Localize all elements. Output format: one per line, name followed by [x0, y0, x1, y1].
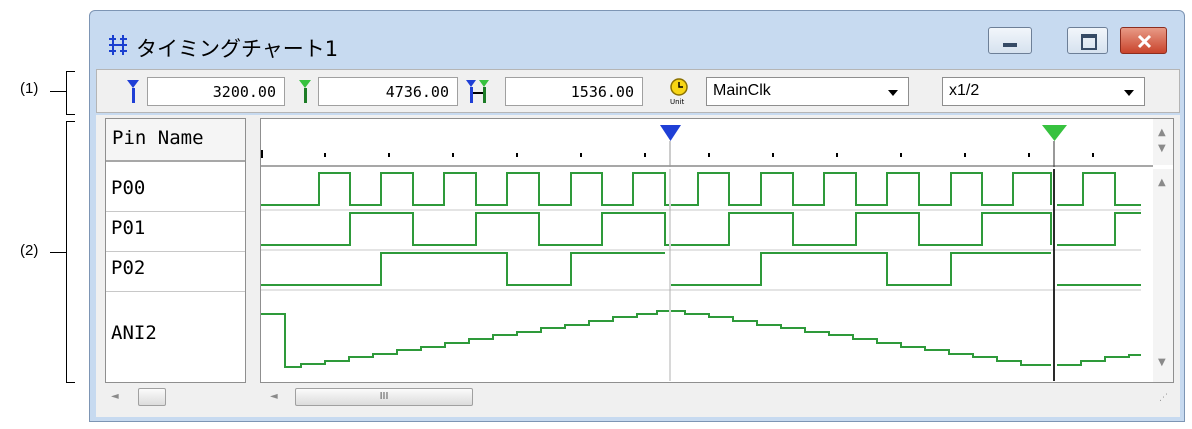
- resize-grip-icon[interactable]: ⋰: [1159, 393, 1168, 403]
- maximize-icon: [1081, 34, 1097, 50]
- annotation-label-1: (1): [20, 80, 39, 97]
- ruler-scrollbar[interactable]: ▲ ▼: [1153, 119, 1173, 165]
- scroll-thumb[interactable]: III: [295, 388, 473, 406]
- marker1-position: 3200.00: [147, 77, 285, 106]
- annotation-label-2: (2): [20, 242, 39, 259]
- timing-chart-window: タイミングチャート1 3200.00 4736.00 1536.00 Unit …: [89, 10, 1185, 422]
- minimize-button[interactable]: [988, 27, 1032, 54]
- waveform-p02: [261, 252, 1141, 286]
- chevron-down-icon: [888, 90, 898, 96]
- clock-source-value: MainClk: [713, 82, 771, 99]
- pin-horizontal-scrollbar[interactable]: ◄: [105, 385, 246, 409]
- scroll-thumb[interactable]: [138, 388, 166, 406]
- scroll-down-icon[interactable]: ▼: [1158, 143, 1166, 154]
- title-bar[interactable]: タイミングチャート1: [90, 11, 1184, 67]
- green-marker-icon: [299, 80, 311, 103]
- timeline-ruler[interactable]: [261, 119, 1153, 167]
- window-title: タイミングチャート1: [136, 37, 339, 61]
- pin-row[interactable]: P02: [106, 252, 245, 292]
- marker-difference-icon: [466, 80, 489, 103]
- scale-select[interactable]: x1/2: [942, 77, 1145, 106]
- scroll-left-icon[interactable]: ◄: [270, 391, 278, 402]
- marker2-position: 4736.00: [318, 77, 458, 106]
- vertical-scrollbar[interactable]: ▲ ▼: [1153, 169, 1173, 382]
- scroll-left-icon[interactable]: ◄: [111, 391, 119, 402]
- pin-row[interactable]: ANI2: [106, 292, 245, 382]
- scale-value: x1/2: [949, 82, 980, 99]
- annotation-bracket-2: [66, 121, 75, 383]
- scroll-up-icon[interactable]: ▲: [1158, 127, 1166, 138]
- chart-area: Pin Name P00 P01 P02 ANI2 ▲ ▼ ▲ ▼ ◄ ◄ II…: [96, 115, 1180, 417]
- minimize-icon: [1003, 43, 1017, 47]
- annotation-tick-1: [50, 91, 66, 92]
- unit-clock-icon: Unit: [670, 78, 688, 105]
- marker1-handle[interactable]: [660, 125, 681, 141]
- clock-source-select[interactable]: MainClk: [706, 77, 909, 106]
- pin-name-panel: Pin Name P00 P01 P02 ANI2: [105, 118, 246, 383]
- waveform-p01: [261, 212, 1141, 246]
- marker-difference-value: 1536.00: [505, 77, 643, 106]
- blue-marker-icon: [127, 80, 139, 103]
- waveform-area[interactable]: [261, 169, 1153, 381]
- waveform-panel[interactable]: ▲ ▼ ▲ ▼: [260, 118, 1174, 383]
- waveform-p00: [261, 172, 1141, 206]
- maximize-button[interactable]: [1067, 27, 1108, 54]
- marker2-handle[interactable]: [1042, 125, 1067, 141]
- annotation-bracket-1: [66, 71, 75, 115]
- waveform-ani2: [261, 310, 1141, 368]
- scroll-down-icon[interactable]: ▼: [1158, 357, 1166, 368]
- close-icon: [1137, 34, 1152, 49]
- waveform-horizontal-scrollbar[interactable]: ◄ III ⋰: [260, 385, 1174, 409]
- close-button[interactable]: [1120, 27, 1167, 54]
- svg-text:Unit: Unit: [670, 98, 685, 105]
- pin-row[interactable]: P01: [106, 212, 245, 252]
- pin-row[interactable]: P00: [106, 172, 245, 212]
- timing-chart-icon: [109, 35, 127, 55]
- chevron-down-icon: [1124, 90, 1134, 96]
- scroll-up-icon[interactable]: ▲: [1158, 177, 1166, 188]
- marker-toolbar: 3200.00 4736.00 1536.00 Unit MainClk x1/…: [96, 69, 1180, 113]
- annotation-tick-2: [50, 252, 66, 253]
- pin-name-header: Pin Name: [106, 119, 245, 162]
